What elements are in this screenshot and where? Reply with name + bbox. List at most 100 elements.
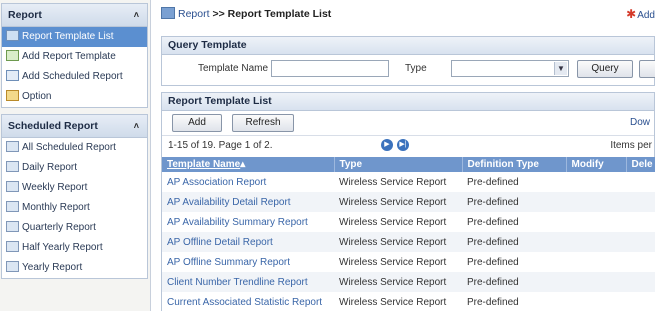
template-name-link[interactable]: Client Number Trendline Report	[162, 272, 334, 292]
scheduled-panel-title: Scheduled Report	[8, 120, 98, 132]
template-name-link[interactable]: AP Offline Detail Report	[162, 232, 334, 252]
type-cell: Wireless Service Report	[334, 232, 462, 252]
sidebar-item-weekly-report[interactable]: Weekly Report	[2, 178, 147, 198]
calendar-icon	[6, 261, 19, 272]
query-template-panel: Query Template Template Name Type ▼ Quer…	[161, 36, 655, 86]
last-page-icon[interactable]: ▶|	[397, 139, 409, 151]
next-page-icon[interactable]: ▶	[381, 139, 393, 151]
query-button[interactable]: Query	[577, 60, 633, 78]
type-cell: Wireless Service Report	[334, 292, 462, 312]
template-name-link[interactable]: AP Offline Summary Report	[162, 252, 334, 272]
query-template-title: Query Template	[162, 37, 654, 55]
sidebar-item-yearly-report[interactable]: Yearly Report	[2, 258, 147, 278]
modify-cell	[566, 292, 626, 312]
scheduled-panel-header[interactable]: Scheduled Report ˄	[2, 115, 147, 138]
calendar-icon	[6, 181, 19, 192]
calendar-icon	[6, 141, 19, 152]
modify-cell	[566, 172, 626, 192]
sidebar-item-label: Add Scheduled Report	[22, 71, 123, 82]
sidebar-item-label: Report Template List	[22, 31, 114, 42]
sidebar-item-half-yearly-report[interactable]: Half Yearly Report	[2, 238, 147, 258]
type-cell: Wireless Service Report	[334, 272, 462, 292]
sidebar-item-label: Yearly Report	[22, 262, 83, 273]
add-link[interactable]: ✱Add	[626, 5, 655, 23]
modify-cell	[566, 272, 626, 292]
calendar-icon	[6, 221, 19, 232]
collapse-icon[interactable]: ˄	[134, 4, 139, 26]
sidebar-item-monthly-report[interactable]: Monthly Report	[2, 198, 147, 218]
report-panel-title: Report	[8, 9, 42, 21]
definition-type-cell: Pre-defined	[462, 192, 566, 212]
type-cell: Wireless Service Report	[334, 172, 462, 192]
modify-cell	[566, 232, 626, 252]
add-star-icon: ✱	[626, 7, 637, 21]
report-template-list-panel: Report Template List Add Refresh Dow 1-1…	[161, 92, 655, 312]
sidebar-item-label: All Scheduled Report	[22, 142, 116, 153]
table-row: AP Availability Summary Report Wireless …	[162, 212, 655, 232]
template-table: Template Name▴ Type Definition Type Modi…	[162, 157, 655, 312]
reset-button[interactable]: R	[639, 60, 655, 78]
sidebar-item-quarterly-report[interactable]: Quarterly Report	[2, 218, 147, 238]
template-name-link[interactable]: AP Availability Detail Report	[162, 192, 334, 212]
sidebar-item-all-scheduled-report[interactable]: All Scheduled Report	[2, 138, 147, 158]
template-name-input[interactable]	[271, 60, 389, 77]
refresh-button[interactable]: Refresh	[232, 114, 294, 132]
delete-cell	[626, 172, 655, 192]
collapse-icon[interactable]: ˄	[134, 115, 139, 137]
option-icon	[6, 90, 19, 101]
table-header-row: Template Name▴ Type Definition Type Modi…	[162, 157, 655, 172]
definition-type-cell: Pre-defined	[462, 252, 566, 272]
delete-cell	[626, 192, 655, 212]
template-name-link[interactable]: Current Associated Statistic Report	[162, 292, 334, 312]
modify-cell	[566, 252, 626, 272]
add-button[interactable]: Add	[172, 114, 222, 132]
report-template-list-title: Report Template List	[162, 93, 654, 111]
sidebar-item-label: Quarterly Report	[22, 222, 96, 233]
chevron-down-icon: ▼	[554, 62, 567, 75]
type-cell: Wireless Service Report	[334, 192, 462, 212]
definition-type-cell: Pre-defined	[462, 232, 566, 252]
sidebar-item-label: Option	[22, 91, 52, 102]
page-title: Report Template List	[227, 8, 332, 20]
table-row: AP Availability Detail Report Wireless S…	[162, 192, 655, 212]
breadcrumb-separator: >>	[212, 8, 225, 20]
sidebar-item-daily-report[interactable]: Daily Report	[2, 158, 147, 178]
sidebar-item-option[interactable]: Option	[2, 87, 147, 107]
column-header-definition-type[interactable]: Definition Type	[462, 157, 567, 172]
report-icon	[161, 7, 175, 19]
sidebar-item-report-template-list[interactable]: Report Template List	[2, 27, 147, 47]
sidebar-item-label: Add Report Template	[22, 51, 116, 62]
delete-cell	[626, 212, 655, 232]
template-name-link[interactable]: AP Availability Summary Report	[162, 212, 334, 232]
sidebar-item-add-scheduled-report[interactable]: Add Scheduled Report	[2, 67, 147, 87]
table-row: Client Number Trendline Report Wireless …	[162, 272, 655, 292]
column-header-delete: Dele	[626, 157, 655, 172]
add-template-icon	[6, 50, 19, 61]
sort-asc-icon: ▴	[240, 159, 246, 170]
table-row: AP Association Report Wireless Service R…	[162, 172, 655, 192]
main-content: Report >> Report Template List ✱Add Quer…	[155, 0, 655, 312]
breadcrumb-report-link[interactable]: Report	[178, 8, 210, 20]
download-link[interactable]: Dow	[630, 117, 650, 128]
type-label: Type	[405, 63, 427, 74]
sidebar-item-add-report-template[interactable]: Add Report Template	[2, 47, 147, 67]
sidebar-item-label: Daily Report	[22, 162, 78, 173]
type-cell: Wireless Service Report	[334, 252, 462, 272]
column-header-template-name[interactable]: Template Name▴	[162, 157, 335, 172]
report-panel: Report ˄ Report Template List Add Report…	[1, 3, 148, 108]
list-toolbar: Add Refresh Dow	[162, 111, 654, 136]
table-row: Current Associated Statistic Report Wire…	[162, 292, 655, 312]
template-name-link[interactable]: AP Association Report	[162, 172, 334, 192]
query-row: Template Name Type ▼ Query R	[162, 59, 655, 81]
scheduled-report-panel: Scheduled Report ˄ All Scheduled Report …	[1, 114, 148, 279]
page-info: 1-15 of 19. Page 1 of 2.	[168, 140, 273, 151]
delete-cell	[626, 272, 655, 292]
sidebar-item-label: Weekly Report	[22, 182, 88, 193]
type-select[interactable]: ▼	[451, 60, 569, 77]
calendar-icon	[6, 241, 19, 252]
definition-type-cell: Pre-defined	[462, 292, 566, 312]
modify-cell	[566, 212, 626, 232]
add-link-label: Add	[637, 10, 655, 21]
report-panel-header[interactable]: Report ˄	[2, 4, 147, 27]
column-header-type[interactable]: Type	[334, 157, 463, 172]
